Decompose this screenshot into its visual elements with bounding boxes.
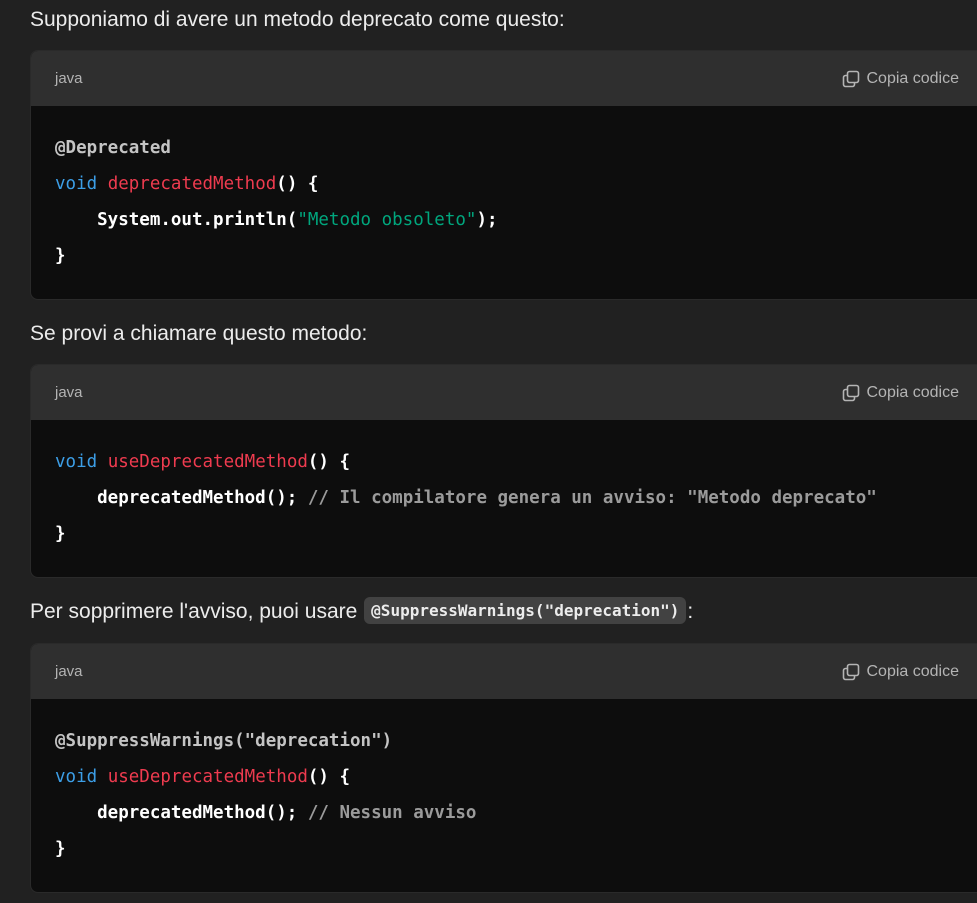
code-line: void useDeprecatedMethod() {: [55, 759, 967, 795]
code-function-name: useDeprecatedMethod: [107, 767, 308, 787]
code-block-1: java Copia codice @Deprecated void deprec…: [30, 50, 977, 300]
code-keyword: void: [55, 767, 98, 787]
code-header: java Copia codice: [31, 644, 977, 699]
paragraph-suppress-text: Per sopprimere l'avviso, puoi usare: [30, 600, 364, 623]
code-text: }: [55, 246, 66, 266]
code-line: @SuppressWarnings("deprecation"): [55, 723, 967, 759]
paragraph-suppress: Per sopprimere l'avviso, puoi usare @Sup…: [30, 597, 693, 628]
code-content: @Deprecated void deprecatedMethod() { Sys…: [31, 106, 977, 298]
code-keyword: void: [55, 174, 98, 194]
code-text: );: [476, 210, 498, 230]
code-text: deprecatedMethod();: [55, 803, 308, 823]
code-function-name: deprecatedMethod: [107, 174, 277, 194]
paragraph-intro: Supponiamo di avere un metodo deprecato …: [30, 8, 565, 31]
code-content: @SuppressWarnings("deprecation") void use…: [31, 699, 977, 891]
code-text: deprecatedMethod();: [55, 488, 308, 508]
code-text: System.out.println(: [55, 210, 298, 230]
code-header: java Copia codice: [31, 51, 977, 106]
paragraph-call: Se provi a chiamare questo metodo:: [30, 322, 368, 345]
code-line: @Deprecated: [55, 130, 967, 166]
code-text: () {: [307, 452, 351, 472]
paragraph-suppress-colon: :: [687, 600, 694, 623]
inline-code: @SuppressWarnings("deprecation"): [364, 597, 687, 624]
code-string: "Metodo obsoleto": [297, 210, 477, 230]
code-line: }: [55, 831, 967, 867]
code-line: void deprecatedMethod() {: [55, 166, 967, 202]
code-keyword: void: [55, 452, 98, 472]
code-annotation: @SuppressWarnings("deprecation"): [55, 731, 393, 751]
copy-code-label: Copia codice: [866, 69, 960, 87]
code-content: void useDeprecatedMethod() { deprecatedM…: [31, 420, 977, 576]
code-header: java Copia codice: [31, 365, 977, 420]
code-line: deprecatedMethod(); // Nessun avviso: [55, 795, 967, 831]
code-language-label: java: [55, 663, 83, 680]
code-block-3: java Copia codice @SuppressWarnings("dep…: [30, 643, 977, 893]
copy-code-button[interactable]: Copia codice: [841, 662, 960, 682]
code-text: () {: [276, 174, 319, 194]
copy-icon: [841, 69, 861, 89]
code-line: }: [55, 516, 967, 552]
code-annotation: @Deprecated: [55, 138, 171, 158]
code-language-label: java: [55, 384, 83, 401]
code-language-label: java: [55, 70, 83, 87]
code-text: }: [55, 839, 66, 859]
copy-code-label: Copia codice: [866, 383, 960, 401]
copy-code-label: Copia codice: [866, 662, 960, 680]
copy-icon: [841, 383, 861, 403]
code-line: void useDeprecatedMethod() {: [55, 444, 967, 480]
copy-icon: [841, 662, 861, 682]
code-line: System.out.println("Metodo obsoleto");: [55, 202, 967, 238]
copy-code-button[interactable]: Copia codice: [841, 69, 960, 89]
code-line: deprecatedMethod(); // Il compilatore ge…: [55, 480, 967, 516]
code-text: () {: [307, 767, 351, 787]
code-function-name: useDeprecatedMethod: [107, 452, 308, 472]
code-line: }: [55, 238, 967, 274]
copy-code-button[interactable]: Copia codice: [841, 383, 960, 403]
code-comment: // Nessun avviso: [307, 803, 477, 823]
code-text: }: [55, 524, 66, 544]
code-block-2: java Copia codice void useDeprecatedMeth…: [30, 364, 977, 578]
code-comment: // Il compilatore genera un avviso: "Met…: [307, 488, 877, 508]
